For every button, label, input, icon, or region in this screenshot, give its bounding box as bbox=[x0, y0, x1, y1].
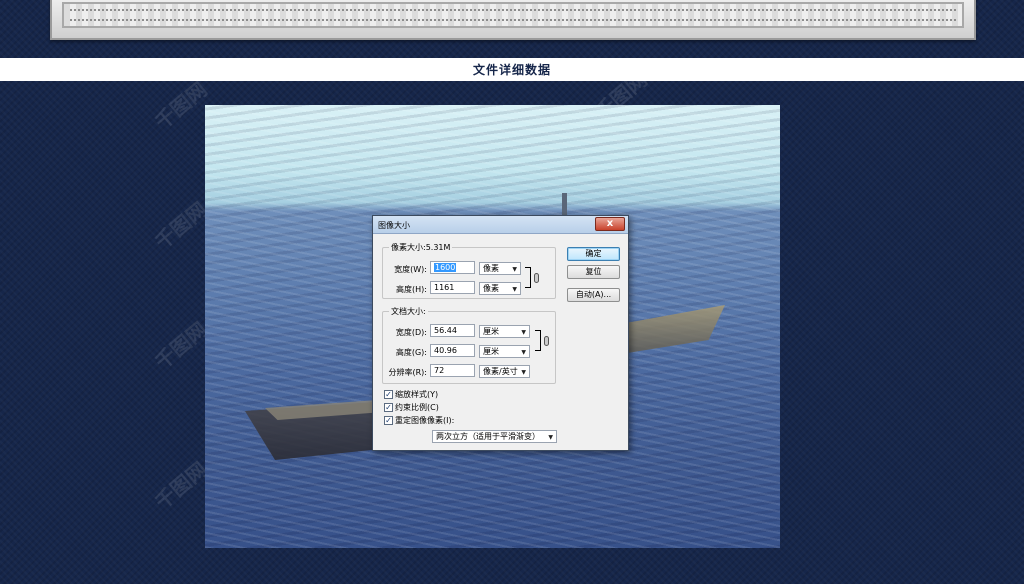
chain-link-icon bbox=[544, 336, 549, 346]
chevron-down-icon: ▼ bbox=[512, 266, 517, 273]
watermark: 千图网 bbox=[150, 197, 212, 255]
chevron-down-icon: ▼ bbox=[521, 329, 526, 336]
checkbox-scale-styles[interactable]: ✓ 缩放样式(Y) bbox=[384, 389, 438, 400]
checkbox-check-icon[interactable]: ✓ bbox=[384, 390, 393, 399]
resolution-label: 分辨率(R): bbox=[388, 368, 428, 377]
resolution-input[interactable]: 72 bbox=[430, 364, 475, 377]
dialog-title: 图像大小 bbox=[378, 221, 410, 230]
resample-method-select[interactable]: 两次立方（适用于平滑渐变） ▼ bbox=[432, 430, 557, 443]
document-size-legend: 文档大小: bbox=[389, 306, 428, 317]
chain-link-icon bbox=[534, 273, 539, 283]
pixel-height-input[interactable]: 1161 bbox=[430, 281, 475, 294]
checkbox-label: 重定图像像素(I): bbox=[395, 416, 455, 425]
pixel-height-unit-select[interactable]: 像素 ▼ bbox=[479, 282, 521, 295]
dialog-titlebar[interactable]: 图像大小 x bbox=[373, 216, 628, 234]
pixel-dimensions-legend: 像素大小:5.31M bbox=[389, 242, 453, 253]
section-heading: 文件详细数据 bbox=[472, 63, 551, 77]
image-size-dialog: 图像大小 x 像素大小:5.31M 宽度(W): 1600 像素 ▼ 高度(H):… bbox=[372, 215, 629, 451]
pixel-width-label: 宽度(W): bbox=[394, 265, 427, 274]
checkbox-label: 约束比例(C) bbox=[395, 403, 439, 412]
watermark: 千图网 bbox=[150, 317, 212, 375]
resolution-unit-select[interactable]: 像素/英寸 ▼ bbox=[479, 365, 530, 378]
doc-height-label: 高度(G): bbox=[395, 348, 427, 357]
chevron-down-icon: ▼ bbox=[521, 349, 526, 356]
section-heading-bar: 文件详细数据 bbox=[0, 58, 1024, 81]
pixel-width-unit-select[interactable]: 像素 ▼ bbox=[479, 262, 521, 275]
watermark: 千图网 bbox=[150, 77, 212, 135]
watermark: 千图网 bbox=[150, 457, 212, 515]
pixel-width-input[interactable]: 1600 bbox=[430, 261, 475, 274]
reset-button[interactable]: 复位 bbox=[567, 265, 620, 279]
link-bracket bbox=[535, 330, 541, 351]
doc-height-input[interactable]: 40.96 bbox=[430, 344, 475, 357]
auto-button[interactable]: 自动(A)... bbox=[567, 288, 620, 302]
checkbox-check-icon[interactable]: ✓ bbox=[384, 416, 393, 425]
ornamental-frame bbox=[50, 0, 976, 40]
chevron-down-icon: ▼ bbox=[521, 369, 526, 376]
pixel-height-label: 高度(H): bbox=[396, 285, 427, 294]
chevron-down-icon: ▼ bbox=[512, 286, 517, 293]
ok-button[interactable]: 确定 bbox=[567, 247, 620, 261]
link-bracket bbox=[525, 267, 531, 288]
checkbox-label: 缩放样式(Y) bbox=[395, 390, 439, 399]
doc-width-label: 宽度(D): bbox=[395, 328, 427, 337]
checkbox-check-icon[interactable]: ✓ bbox=[384, 403, 393, 412]
doc-width-unit-select[interactable]: 厘米 ▼ bbox=[479, 325, 530, 338]
checkbox-constrain-proportions[interactable]: ✓ 约束比例(C) bbox=[384, 402, 439, 413]
doc-height-unit-select[interactable]: 厘米 ▼ bbox=[479, 345, 530, 358]
close-button[interactable]: x bbox=[595, 217, 625, 231]
doc-width-input[interactable]: 56.44 bbox=[430, 324, 475, 337]
ship-bow bbox=[615, 305, 725, 355]
chevron-down-icon: ▼ bbox=[548, 434, 553, 441]
checkbox-resample-image[interactable]: ✓ 重定图像像素(I): bbox=[384, 415, 454, 426]
